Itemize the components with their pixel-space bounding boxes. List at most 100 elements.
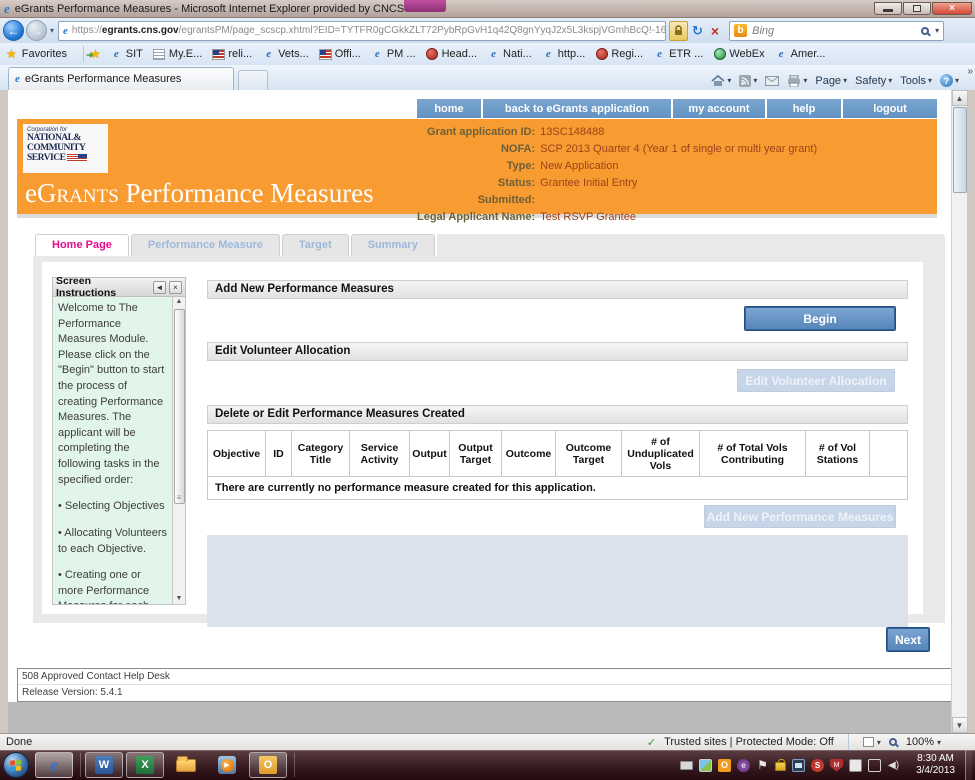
printer-tray-icon[interactable] [680, 761, 693, 770]
network-tray-icon[interactable] [792, 759, 805, 772]
app-tray-icon[interactable]: e [737, 759, 750, 772]
grant-info: Grant application ID:13SC148488 NOFA:SCP… [415, 123, 819, 227]
security-lock-icon[interactable] [669, 21, 688, 41]
favorite-item[interactable]: eSIT [105, 48, 148, 60]
display-tray-icon[interactable] [868, 759, 881, 772]
favorite-item[interactable]: Offi... [314, 48, 366, 60]
table-header-row: Objective ID Category Title Service Acti… [208, 431, 908, 477]
lock-tray-icon[interactable] [775, 762, 786, 771]
security-shield-tray-icon[interactable]: M [830, 759, 843, 772]
favorite-item[interactable]: ehttp... [537, 48, 591, 60]
page-icon: e [63, 25, 68, 37]
window-border-right [967, 90, 975, 733]
nav-logout-button[interactable]: logout [843, 99, 937, 118]
favorite-item[interactable]: eVets... [257, 48, 314, 60]
minimize-button[interactable] [874, 2, 902, 15]
favorite-item[interactable]: eAmer... [770, 48, 831, 60]
window-title: eGrants Performance Measures - Microsoft… [15, 3, 404, 15]
favorite-item[interactable]: Regi... [590, 48, 648, 60]
page-scrollbar[interactable]: ▲ ▼ [951, 90, 967, 733]
taskbar-excel[interactable]: X [126, 752, 164, 778]
scroll-down-button[interactable]: ▼ [952, 717, 968, 733]
tab-target[interactable]: Target [282, 234, 349, 256]
close-button[interactable]: × [932, 2, 972, 15]
nav-home-button[interactable]: home [417, 99, 481, 118]
restore-button[interactable] [903, 2, 931, 15]
begin-button[interactable]: Begin [745, 307, 895, 330]
clipboard-tray-icon[interactable] [849, 759, 862, 772]
screen-instructions-body: Welcome to The Performance Measures Modu… [52, 297, 186, 605]
search-dropdown-icon[interactable]: ▾ [935, 26, 939, 35]
favorite-item[interactable]: My.E... [148, 48, 207, 60]
taskbar-clock[interactable]: 8:30 AM 3/4/2013 [908, 753, 963, 777]
scroll-thumb[interactable]: ≡ [174, 309, 185, 504]
start-button[interactable] [3, 752, 29, 778]
tab-summary[interactable]: Summary [351, 234, 435, 256]
zoom-control[interactable]: 100%▾ [889, 736, 941, 748]
antivirus-tray-icon[interactable]: S [811, 759, 824, 772]
app-header: Corporation for NATIONAL& COMMUNITY SERV… [17, 119, 937, 214]
stop-button[interactable]: × [707, 21, 723, 41]
favorite-item[interactable]: reli... [207, 48, 257, 60]
favorite-item[interactable]: Head... [421, 48, 482, 60]
scroll-up-button[interactable]: ▲ [952, 90, 968, 106]
stop-icon: × [711, 23, 719, 39]
outlook-tray-icon[interactable]: O [718, 759, 731, 772]
add-favorite-icon[interactable]: ➜★ [90, 47, 101, 61]
nav-help-button[interactable]: help [767, 99, 841, 118]
taskbar-outlook[interactable]: O [249, 752, 287, 778]
bottom-gray-band [8, 702, 967, 733]
address-bar[interactable]: e https://egrants.cns.gov/egrantsPM/page… [58, 21, 666, 41]
tab-performance-measure[interactable]: Performance Measure [131, 234, 280, 256]
scroll-up-icon[interactable]: ▲ [176, 297, 183, 307]
home-button[interactable]: ▾ [709, 75, 733, 87]
favorite-item[interactable]: eNati... [482, 48, 537, 60]
search-input[interactable]: Bing [752, 25, 921, 37]
security-zone-label[interactable]: Trusted sites | Protected Mode: Off [664, 736, 834, 748]
search-box[interactable]: b Bing ▾ [729, 21, 944, 41]
browser-tab[interactable]: e eGrants Performance Measures [8, 67, 234, 90]
action-center-flag-icon[interactable]: ⚑ [756, 759, 769, 772]
favorite-item[interactable]: ePM ... [366, 48, 421, 60]
read-mail-button[interactable] [763, 76, 781, 86]
feeds-button[interactable]: ▾ [737, 75, 759, 87]
page-scroll-thumb[interactable] [953, 107, 967, 193]
column-header: Category Title [292, 431, 350, 477]
new-tab-button[interactable] [238, 70, 268, 90]
grant-info-row: Type:New Application [417, 159, 817, 174]
collapse-panel-button[interactable]: ◄ [153, 281, 166, 294]
instructions-scrollbar[interactable]: ▲ ≡ ▼ [172, 297, 185, 604]
show-desktop-button[interactable] [965, 750, 972, 780]
taskbar-explorer[interactable] [167, 752, 205, 778]
ie-favicon: e [542, 48, 555, 60]
favorite-item[interactable]: WebEx [708, 48, 769, 60]
search-icon[interactable] [921, 27, 929, 35]
scroll-down-icon[interactable]: ▼ [176, 594, 183, 604]
history-dropdown-icon[interactable]: ▾ [50, 26, 54, 35]
favorite-item[interactable]: eETR ... [648, 48, 708, 60]
printer-icon [787, 75, 801, 87]
tools-menu[interactable]: Tools▾ [898, 75, 934, 87]
separator [83, 46, 84, 62]
favorites-button[interactable]: Favorites [22, 48, 67, 60]
close-panel-button[interactable]: × [169, 281, 182, 294]
tab-home-page[interactable]: Home Page [35, 234, 129, 256]
taskbar-internet-explorer[interactable]: e [35, 752, 73, 778]
next-button[interactable]: Next [887, 628, 929, 651]
close-icon: × [949, 3, 955, 14]
forward-button[interactable]: → [26, 20, 47, 41]
taskbar-media-player[interactable]: ▶ [208, 752, 246, 778]
back-button[interactable]: ← [3, 20, 24, 41]
taskbar-word[interactable]: W [85, 752, 123, 778]
nav-my-account-button[interactable]: my account [673, 99, 765, 118]
photo-tray-icon[interactable] [699, 759, 712, 772]
help-menu[interactable]: ?▾ [938, 74, 961, 87]
page-menu[interactable]: Page▾ [813, 75, 849, 87]
change-view-button[interactable]: ▾ [863, 737, 881, 747]
refresh-button[interactable]: ↻ [688, 21, 707, 41]
toolbar-overflow-icon[interactable]: » [967, 66, 973, 77]
volume-tray-icon[interactable]: ◀) [887, 759, 900, 772]
safety-menu[interactable]: Safety▾ [853, 75, 894, 87]
nav-back-to-egrants-button[interactable]: back to eGrants application [483, 99, 671, 118]
print-button[interactable]: ▾ [785, 75, 809, 87]
